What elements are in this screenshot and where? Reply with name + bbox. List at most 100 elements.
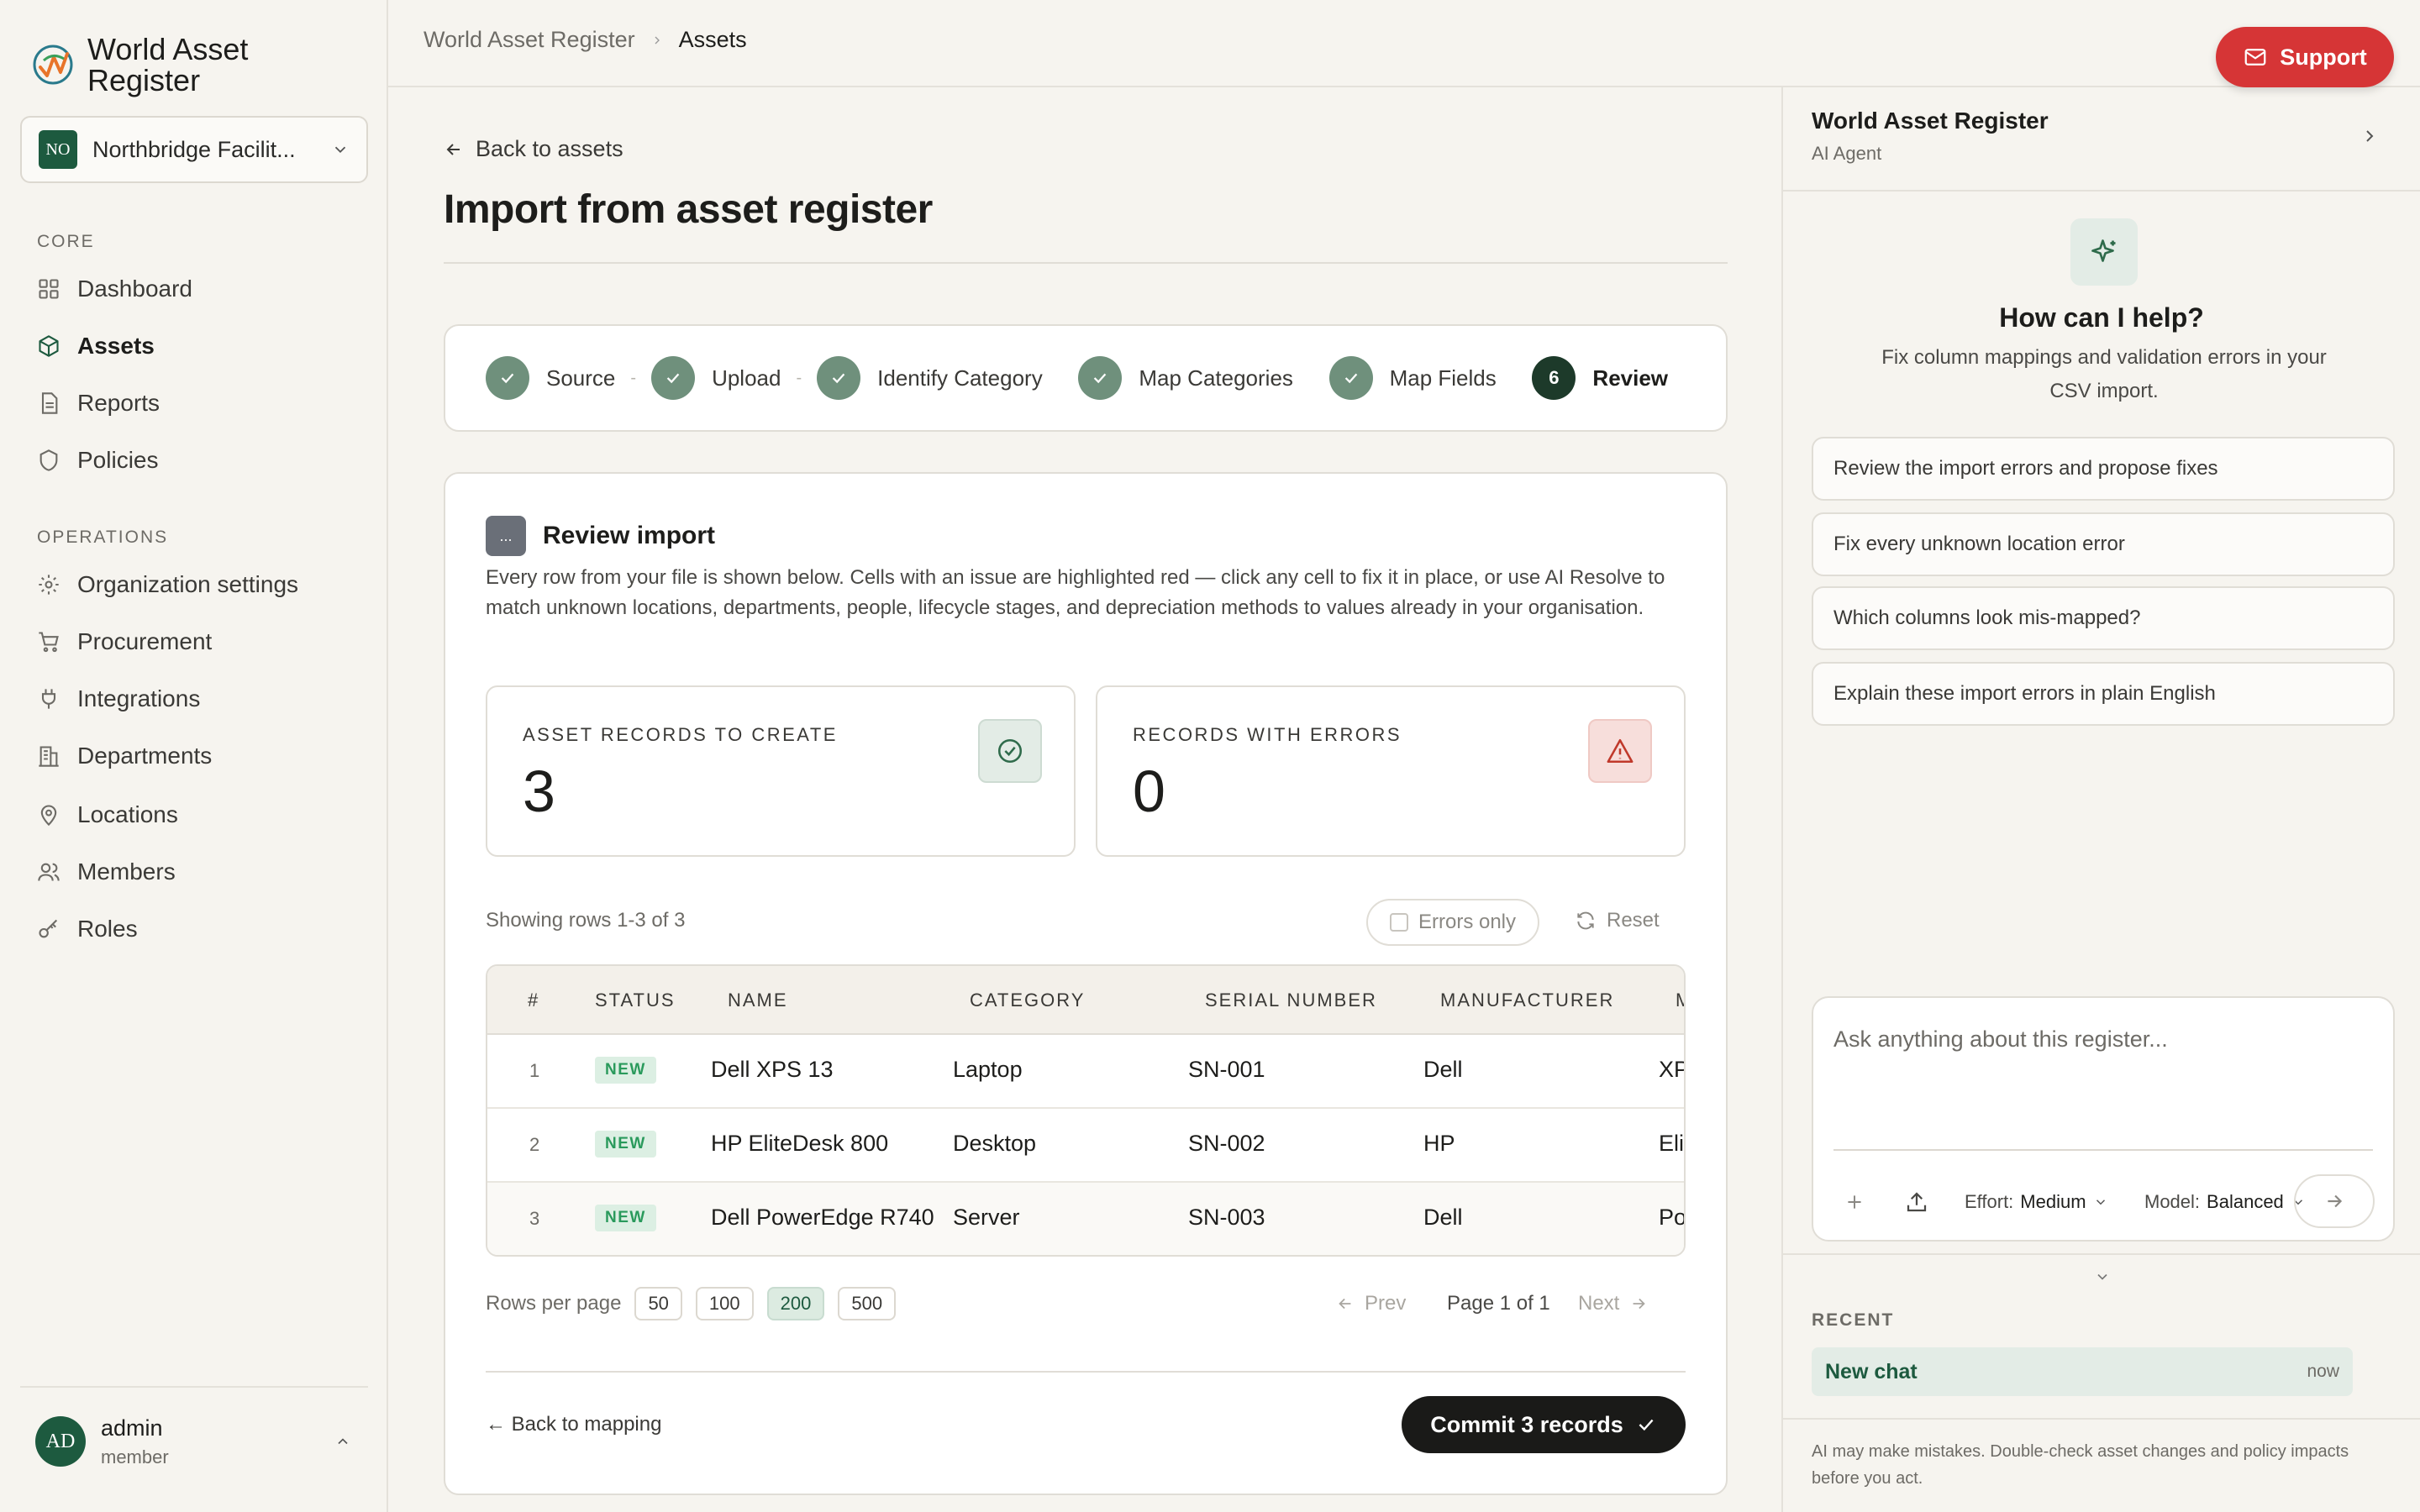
step-map-categories[interactable]: Map Categories [1078,356,1293,400]
errors-only-toggle[interactable]: Errors only [1366,899,1539,946]
suggestion-chip[interactable]: Which columns look mis-mapped? [1812,586,2395,650]
step-map-fields[interactable]: Map Fields [1328,356,1497,400]
org-selector[interactable]: NO Northbridge Facilit... [20,116,368,183]
effort-value: Medium [2020,1191,2086,1212]
top-bar: World Asset Register Assets [388,0,2420,87]
table-row: 2 NEW HP EliteDesk 800 Desktop SN-002 HP… [487,1109,1684,1183]
recent-chat-name: New chat [1825,1359,1918,1383]
nav-item-departments[interactable]: Departments [37,739,212,773]
help-description: Fix column mappings and validation error… [1881,346,2327,402]
chevron-right-icon[interactable] [2360,126,2380,146]
cell-manufacturer[interactable]: Dell [1423,1205,1463,1231]
check-circle-icon [978,719,1042,783]
sparkle-icon [2070,218,2138,286]
cell-manufacturer[interactable]: Dell [1423,1057,1463,1083]
nav-item-policies[interactable]: Policies [37,444,158,477]
chevron-down-icon[interactable] [2094,1268,2111,1285]
agent-header: World Asset Register AI Agent [1783,87,2420,192]
cell-name[interactable]: Dell PowerEdge R740 [711,1205,934,1231]
model-selector[interactable]: Model: Balanced [2144,1191,2306,1213]
row-number: 3 [529,1208,540,1229]
divider [1783,1253,2420,1255]
suggestion-chip[interactable]: Explain these import errors in plain Eng… [1812,662,2395,726]
nav-item-procurement[interactable]: Procurement [37,625,212,659]
reset-button[interactable]: Reset [1575,909,1660,932]
step-number: 6 [1532,356,1576,400]
rows-per-page-option-selected[interactable]: 200 [766,1287,825,1320]
nav-item-roles[interactable]: Roles [37,912,138,946]
nav-item-dashboard[interactable]: Dashboard [37,272,192,306]
nav-item-members[interactable]: Members [37,855,176,889]
nav-label: Reports [77,390,160,416]
back-to-assets-link[interactable]: Back to assets [444,136,623,162]
checkbox[interactable] [1389,913,1408,932]
back-to-mapping-link[interactable]: ← Back to mapping [486,1413,661,1436]
rows-per-page-option[interactable]: 100 [695,1287,754,1320]
cell-name[interactable]: HP EliteDesk 800 [711,1131,888,1157]
breadcrumb: World Asset Register Assets [424,27,747,53]
effort-selector[interactable]: Effort: Medium [1965,1191,2108,1213]
breadcrumb-root[interactable]: World Asset Register [424,27,635,53]
building-icon [39,746,59,767]
stat-value: 0 [1133,759,1165,824]
breadcrumb-current: Assets [678,27,747,52]
nav-label: Assets [77,333,155,359]
nav-item-integrations[interactable]: Integrations [37,682,200,716]
cell-manufacturer[interactable]: HP [1423,1131,1455,1157]
recent-chat-item[interactable]: New chat now [1812,1347,2353,1396]
back-label: Back to assets [476,136,623,161]
cell-serial-number[interactable]: SN-001 [1188,1057,1265,1083]
chevron-down-icon [334,146,346,154]
cell-serial-number[interactable]: SN-003 [1188,1205,1265,1231]
chat-input[interactable]: Ask anything about this register... [1833,1026,2168,1053]
send-button[interactable] [2294,1174,2375,1228]
arrow-left-icon [1339,1298,1351,1310]
cell-category[interactable]: Laptop [953,1057,1023,1083]
support-button[interactable]: Support [2216,27,2394,87]
cell-name[interactable]: Dell XPS 13 [711,1057,834,1083]
step-review[interactable]: 6 Review [1532,356,1668,400]
suggestion-chip[interactable]: Review the import errors and propose fix… [1812,437,2395,501]
agent-subtitle: AI Agent [1812,143,1882,164]
cell-model[interactable]: Po [1659,1205,1684,1231]
support-label: Support [2280,44,2367,70]
suggestion-chip[interactable]: Fix every unknown location error [1812,512,2395,576]
check-icon [1078,356,1123,400]
step-source[interactable]: Source [486,356,615,400]
col-header-name: NAME [728,990,788,1011]
rows-per-page-option[interactable]: 50 [634,1287,682,1320]
nav-item-assets[interactable]: Assets [37,329,155,363]
document-icon [41,392,58,414]
nav-label: Members [77,858,176,885]
commit-button[interactable]: Commit 3 records [1402,1396,1686,1453]
rows-per-page-option[interactable]: 500 [838,1287,897,1320]
agent-title: World Asset Register [1812,108,2049,134]
nav-item-organization-settings[interactable]: Organization settings [37,568,298,601]
plus-icon[interactable] [1844,1191,1865,1213]
app-logo[interactable]: World Asset Register [32,34,289,96]
next-page-button[interactable]: Next [1578,1292,1648,1315]
cell-model[interactable]: Eli [1659,1131,1684,1157]
nav-item-reports[interactable]: Reports [37,386,160,420]
cell-category[interactable]: Desktop [953,1131,1036,1157]
nav-label: Organization settings [77,571,299,597]
chat-composer: Ask anything about this register... Effo… [1812,996,2395,1242]
import-stepper: Source - Upload - Identify Category - Ma… [444,324,1728,432]
chevron-right-icon [655,36,660,44]
cell-model[interactable]: XP [1659,1057,1684,1083]
cell-serial-number[interactable]: SN-002 [1188,1131,1265,1157]
main-content: Back to assets Import from asset registe… [388,87,1781,1512]
import-table: # STATUS NAME CATEGORY SERIAL NUMBER MAN… [486,964,1686,1257]
upload-icon[interactable] [1904,1189,1929,1215]
status-badge: NEW [595,1131,656,1158]
cell-category[interactable]: Server [953,1205,1020,1231]
reset-label: Reset [1607,909,1660,932]
arrow-right-icon [1633,1298,1646,1310]
user-menu[interactable]: AD admin member [20,1386,368,1495]
step-identify-category[interactable]: Identify Category [817,356,1043,400]
step-upload[interactable]: Upload [651,356,781,400]
nav-item-locations[interactable]: Locations [37,798,178,832]
warning-icon [1588,719,1652,783]
nav-label: Integrations [77,685,201,711]
prev-page-button[interactable]: Prev [1336,1292,1406,1315]
